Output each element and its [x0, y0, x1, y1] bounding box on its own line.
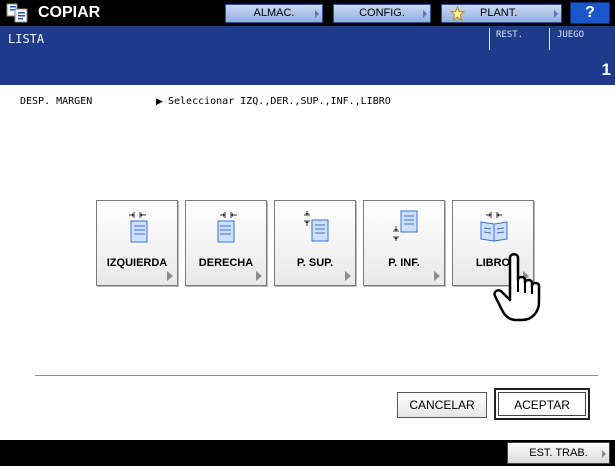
- screen-title: LISTA: [8, 32, 45, 46]
- bottom-margin-button[interactable]: P. INF.: [363, 200, 445, 286]
- juego-count: 1: [601, 60, 611, 79]
- right-margin-shift-icon: [217, 212, 237, 243]
- top-margin-shift-icon: [304, 211, 329, 242]
- almac-button[interactable]: ALMAC.: [225, 4, 323, 23]
- copier-icon: [6, 3, 28, 23]
- function-label: DESP. MARGEN: [20, 96, 93, 107]
- config-button[interactable]: CONFIG.: [333, 4, 431, 23]
- divider: [549, 28, 550, 50]
- bottom-margin-label: P. INF.: [388, 257, 420, 269]
- triangle-right-icon: [256, 271, 262, 281]
- rest-label: REST.: [496, 30, 524, 40]
- book-margin-icon: [480, 212, 508, 242]
- job-status-label: EST. TRAB.: [529, 447, 588, 459]
- accept-button[interactable]: ACEPTAR: [494, 388, 590, 420]
- star-icon: [450, 6, 465, 21]
- top-margin-button[interactable]: P. SUP.: [274, 200, 356, 286]
- left-margin-button[interactable]: IZQUIERDA: [96, 200, 178, 286]
- right-margin-label: DERECHA: [198, 257, 254, 269]
- left-margin-shift-icon: [129, 212, 148, 243]
- almac-button-label: ALMAC.: [253, 7, 295, 19]
- triangle-right-icon: [345, 271, 351, 281]
- top-bar: COPIAR ALMAC. CONFIG. PLANT. ?: [0, 0, 615, 26]
- status-bar: LISTA REST. JUEGO 1: [0, 26, 615, 85]
- help-button[interactable]: ?: [570, 2, 610, 24]
- triangle-right-icon: [434, 271, 440, 281]
- arrow-right-icon: ▶: [156, 96, 163, 106]
- right-margin-button[interactable]: DERECHA: [185, 200, 267, 286]
- job-status-button[interactable]: EST. TRAB.: [507, 442, 610, 464]
- app-title: COPIAR: [38, 4, 101, 21]
- bottom-margin-shift-icon: [393, 210, 418, 241]
- divider: [35, 375, 598, 376]
- chevron-right-icon: [554, 10, 558, 18]
- instruction-text: Seleccionar IZQ.,DER.,SUP.,INF.,LIBRO: [168, 96, 391, 107]
- plant-button-label: PLANT.: [480, 7, 518, 19]
- chevron-right-icon: [315, 10, 319, 18]
- config-button-label: CONFIG.: [359, 7, 405, 19]
- plant-button[interactable]: PLANT.: [441, 4, 562, 23]
- divider: [489, 28, 490, 50]
- left-margin-label: IZQUIERDA: [106, 257, 168, 269]
- cancel-button[interactable]: CANCELAR: [397, 392, 487, 418]
- chevron-right-icon: [602, 450, 606, 458]
- pointing-hand-icon: [493, 253, 541, 322]
- chevron-right-icon: [423, 10, 427, 18]
- accept-button-label: ACEPTAR: [498, 392, 586, 416]
- top-margin-label: P. SUP.: [296, 257, 334, 269]
- juego-label: JUEGO: [557, 30, 585, 40]
- triangle-right-icon: [167, 271, 173, 281]
